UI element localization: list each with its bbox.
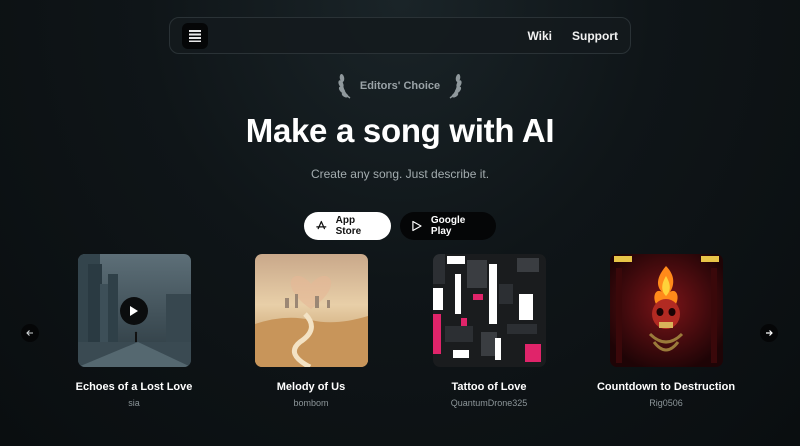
top-nav: Wiki Support [169, 17, 631, 54]
nav-links: Wiki Support [527, 29, 618, 43]
badge-label: Editors' Choice [359, 80, 441, 92]
song-artist[interactable]: bombom [231, 398, 391, 408]
song-title[interactable]: Melody of Us [231, 381, 391, 393]
cover-glitch-pattern [432, 254, 546, 367]
song-title[interactable]: Echoes of a Lost Love [54, 381, 214, 393]
song-card: Echoes of a Lost Love sia [54, 254, 214, 408]
song-cover-art[interactable] [77, 254, 191, 367]
song-cover-art[interactable] [432, 254, 546, 367]
google-play-button[interactable]: Google Play [400, 212, 496, 240]
app-store-icon [316, 220, 327, 230]
google-play-label: Google Play [430, 215, 466, 237]
song-cover-art[interactable] [254, 254, 368, 367]
waveform-logo-icon [189, 29, 201, 42]
nav-link-support[interactable]: Support [572, 29, 618, 43]
hero-subtitle: Create any song. Just describe it. [310, 167, 490, 181]
laurel-left-icon [338, 74, 351, 99]
song-card: Melody of Us bombom [231, 254, 391, 408]
hero-title: Make a song with AI [245, 112, 555, 149]
carousel-next-button[interactable] [760, 324, 778, 342]
carousel-prev-button[interactable] [21, 324, 39, 342]
arrow-left-icon [26, 330, 33, 336]
app-store-button[interactable]: App Store [304, 212, 391, 240]
song-title[interactable]: Countdown to Destruction [586, 381, 746, 393]
app-logo[interactable] [182, 22, 208, 49]
arrow-right-icon [766, 330, 773, 336]
song-artist[interactable]: sia [54, 398, 214, 408]
editors-choice-badge: Editors' Choice [0, 72, 800, 100]
cover-fire-skull [609, 254, 723, 367]
play-icon [129, 306, 138, 316]
song-card: Tattoo of Love QuantumDrone325 [409, 254, 569, 408]
cover-golden-landscape [254, 254, 368, 367]
app-store-label: App Store [335, 215, 362, 237]
song-title[interactable]: Tattoo of Love [409, 381, 569, 393]
song-cover-art[interactable] [609, 254, 723, 367]
song-artist[interactable]: QuantumDrone325 [409, 398, 569, 408]
laurel-right-icon [449, 74, 462, 99]
google-play-icon [412, 220, 422, 232]
song-artist[interactable]: Rig0506 [586, 398, 746, 408]
nav-link-wiki[interactable]: Wiki [527, 29, 552, 43]
store-buttons: App Store Google Play [0, 212, 800, 240]
song-card: Countdown to Destruction Rig0506 [586, 254, 746, 408]
play-button[interactable] [119, 297, 148, 325]
